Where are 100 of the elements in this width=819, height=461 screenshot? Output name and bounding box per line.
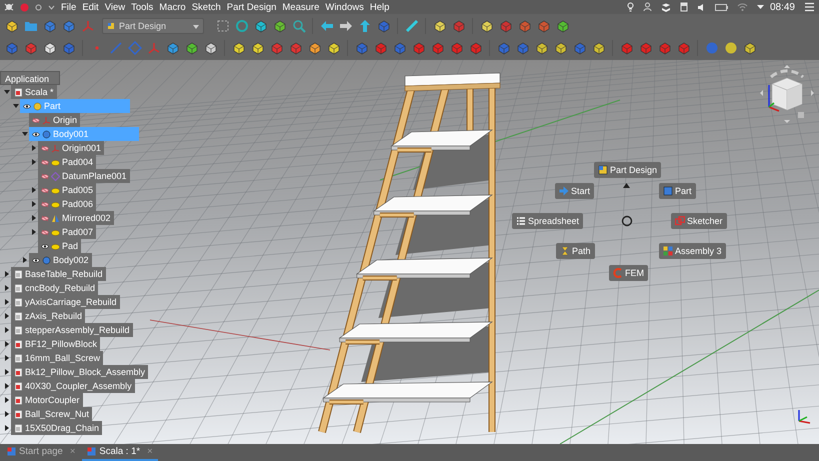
tree-item[interactable]: yAxisCarriage_Rebuild [11, 295, 120, 309]
hidden-eye-icon[interactable] [32, 116, 40, 124]
tree-item[interactable]: BF12_PillowBlock [11, 337, 100, 351]
expand-arrow-icon[interactable] [31, 201, 37, 207]
eye-icon[interactable] [32, 256, 40, 264]
tree-item[interactable]: Bk12_Pillow_Block_Assembly [11, 365, 148, 379]
hidden-eye-icon[interactable] [41, 172, 49, 180]
tree-item[interactable]: Body002 [29, 253, 92, 267]
hidden-eye-icon[interactable] [41, 214, 49, 222]
list-icon [516, 216, 526, 226]
tree-item[interactable]: Pad006 [38, 197, 96, 211]
workbench-button[interactable]: Sketcher [671, 213, 727, 229]
expand-arrow-icon[interactable] [4, 425, 10, 431]
pad-icon [51, 158, 60, 166]
expand-arrow-icon[interactable] [4, 397, 10, 403]
axes-icon [51, 144, 60, 152]
tree-item[interactable]: stepperAssembly_Rebuild [11, 323, 133, 337]
tree-item[interactable]: cncBody_Rebuild [11, 281, 98, 295]
circle-icon[interactable] [35, 4, 42, 10]
blocks-icon [663, 246, 673, 256]
tree-item[interactable]: Pad005 [38, 183, 96, 197]
axes-icon [80, 18, 94, 33]
tree-item[interactable]: zAxis_Rebuild [11, 309, 86, 323]
line-icon [108, 41, 122, 56]
battery-icon[interactable] [714, 4, 728, 10]
expand-arrow-icon[interactable] [4, 327, 10, 333]
tree-item[interactable]: Pad007 [38, 225, 96, 239]
tree-item[interactable]: Mirrored002 [38, 211, 114, 225]
expand-arrow-icon[interactable] [31, 187, 37, 193]
tree-item[interactable]: Pad [38, 239, 82, 253]
tree-item[interactable]: Scala * [11, 85, 57, 99]
document-tab[interactable]: Scala : 1* × [82, 444, 158, 461]
hidden-eye-icon[interactable] [41, 228, 49, 236]
menu-item[interactable]: Sketch [192, 2, 221, 12]
bulb-icon[interactable] [626, 2, 634, 12]
workbench-button[interactable]: FEM [609, 265, 648, 281]
expand-arrow-icon[interactable] [31, 159, 37, 165]
menu-item[interactable]: Measure [282, 2, 320, 12]
clock[interactable]: 08:49 [770, 2, 795, 12]
collapse-arrow-icon[interactable] [13, 103, 19, 109]
person-icon[interactable] [642, 2, 652, 12]
expand-arrow-icon[interactable] [4, 411, 10, 417]
menu-item[interactable]: Edit [82, 2, 99, 12]
tree-item[interactable]: Origin [29, 113, 80, 127]
expand-arrow-icon[interactable] [31, 145, 37, 151]
tree-item[interactable]: Origin001 [38, 141, 104, 155]
eye-icon[interactable] [41, 242, 49, 250]
mirror-icon [51, 214, 60, 222]
hidden-eye-icon[interactable] [41, 186, 49, 194]
expand-arrow-icon[interactable] [4, 355, 10, 361]
eye-icon[interactable] [23, 102, 31, 110]
workbench-button[interactable]: Path [556, 243, 595, 259]
menu-item[interactable]: Part Design [226, 2, 276, 12]
menu-item[interactable]: Help [370, 2, 390, 12]
eye-icon[interactable] [32, 130, 40, 138]
workbench-button[interactable]: Part [659, 183, 696, 199]
tree-item[interactable]: Ball_Screw_Nut [11, 407, 92, 421]
menu-item[interactable]: Macro [159, 2, 186, 12]
expand-arrow-icon[interactable] [22, 257, 28, 263]
menu-item[interactable]: Tools [131, 2, 154, 12]
hidden-eye-icon[interactable] [41, 144, 49, 152]
collapse-arrow-icon[interactable] [22, 131, 28, 137]
expand-arrow-icon[interactable] [31, 229, 37, 235]
expand-arrow-icon[interactable] [4, 271, 10, 277]
hidden-eye-icon[interactable] [41, 200, 49, 208]
collapse-arrow-icon[interactable] [4, 89, 10, 95]
tree-item[interactable]: 40X30_Coupler_Assembly [11, 379, 135, 393]
workbench-button[interactable]: Assembly 3 [659, 243, 726, 259]
menu-item[interactable]: File [61, 2, 76, 12]
tree-item[interactable]: BaseTable_Rebuild [11, 267, 106, 281]
wifi-icon[interactable] [736, 3, 748, 11]
document-tab[interactable]: Start page × [2, 444, 80, 461]
expand-arrow-icon[interactable] [4, 313, 10, 319]
speaker-icon[interactable] [696, 2, 706, 12]
tree-item[interactable]: Pad004 [38, 155, 96, 169]
menu-icon[interactable] [804, 2, 815, 12]
magnifier-icon [292, 18, 306, 33]
caret-down-icon[interactable] [756, 4, 764, 10]
workbench-button[interactable]: Part Design [594, 162, 662, 178]
menu-item[interactable]: View [104, 2, 126, 12]
line-icon [404, 18, 418, 33]
expand-arrow-icon[interactable] [4, 369, 10, 375]
expand-arrow-icon[interactable] [31, 215, 37, 221]
chevron-down-icon[interactable] [48, 4, 55, 10]
tree-item[interactable]: 15X50Drag_Chain [11, 421, 102, 435]
menu-item[interactable]: Windows [325, 2, 364, 12]
workbench-dropdown[interactable]: Part Design [102, 18, 204, 34]
expand-arrow-icon[interactable] [4, 285, 10, 291]
hidden-eye-icon[interactable] [41, 158, 49, 166]
tree-item[interactable]: 16mm_Ball_Screw [11, 351, 104, 365]
expand-arrow-icon[interactable] [4, 341, 10, 347]
clipboard-icon[interactable] [680, 2, 688, 12]
arrow-icon [320, 18, 334, 33]
expand-arrow-icon[interactable] [4, 383, 10, 389]
expand-arrow-icon[interactable] [4, 299, 10, 305]
tree-item[interactable]: DatumPlane001 [38, 169, 130, 183]
workbench-button[interactable]: Spreadsheet [512, 213, 584, 229]
tree-item[interactable]: MotorCoupler [11, 393, 83, 407]
bug-icon[interactable] [4, 2, 14, 12]
workbench-button[interactable]: Start [555, 183, 594, 199]
